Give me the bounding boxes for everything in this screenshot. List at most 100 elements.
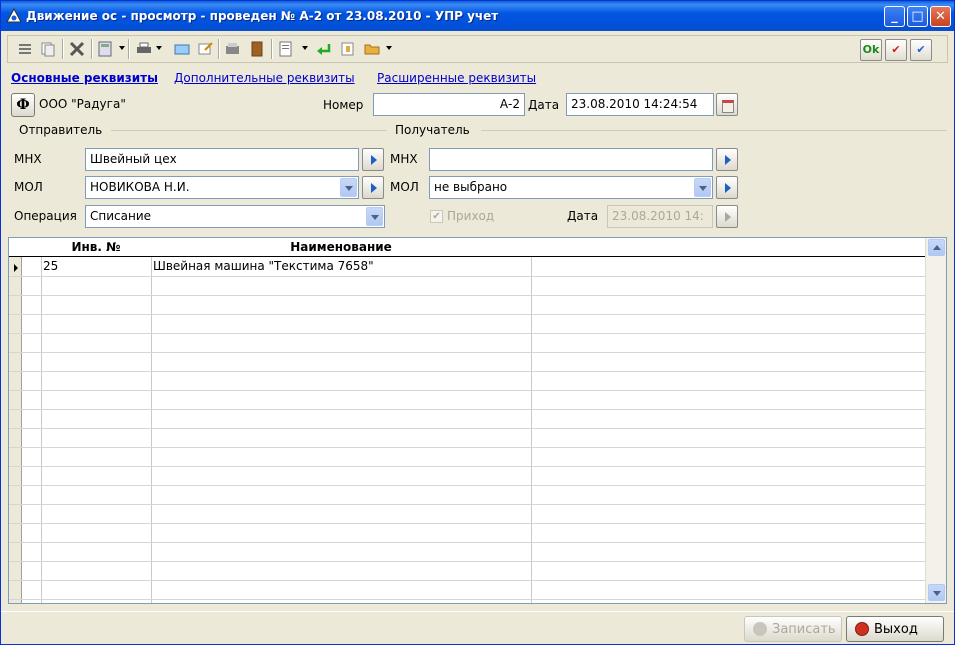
book-icon[interactable] bbox=[248, 40, 266, 58]
chevron-down-icon[interactable] bbox=[119, 46, 125, 50]
folder-icon[interactable] bbox=[363, 40, 381, 58]
f-button[interactable]: Ф bbox=[11, 93, 35, 117]
sender-mhx-label: МНХ bbox=[14, 152, 42, 166]
operation-label: Операция bbox=[14, 209, 77, 223]
column-header-name[interactable]: Наименование bbox=[151, 240, 531, 254]
table-row[interactable] bbox=[9, 505, 925, 524]
sender-mol-select-button[interactable] bbox=[362, 176, 384, 199]
tab-extended-requisites[interactable]: Расширенные реквизиты bbox=[377, 71, 536, 85]
receiver-mol-combo[interactable]: не выбрано bbox=[429, 176, 713, 199]
table-row[interactable] bbox=[9, 277, 925, 296]
scroll-up-button[interactable] bbox=[928, 239, 945, 256]
table-row[interactable] bbox=[9, 467, 925, 486]
date-field[interactable]: 23.08.2010 14:24:54 bbox=[566, 93, 714, 116]
print-icon[interactable] bbox=[135, 40, 153, 58]
chevron-down-icon[interactable] bbox=[302, 46, 308, 50]
close-button[interactable]: ✕ bbox=[930, 6, 951, 27]
table-row[interactable] bbox=[9, 581, 925, 600]
exit-label: Выход bbox=[874, 622, 918, 637]
table-row[interactable] bbox=[9, 429, 925, 448]
receiver-divider bbox=[481, 130, 947, 131]
sender-mhx-select-button[interactable] bbox=[362, 148, 384, 171]
sender-group-label: Отправитель bbox=[19, 123, 103, 137]
scroll-down-button[interactable] bbox=[928, 584, 945, 601]
table-row[interactable] bbox=[9, 391, 925, 410]
list-icon[interactable] bbox=[16, 40, 34, 58]
table-row[interactable]: 25 Швейная машина "Текстима 7658" bbox=[9, 258, 925, 277]
receiver-mhx-select-button[interactable] bbox=[716, 148, 738, 171]
enter-icon[interactable] bbox=[315, 40, 333, 58]
title-bar[interactable]: Движение ос - просмотр - проведен № А-2 … bbox=[1, 1, 954, 31]
copy-icon[interactable] bbox=[39, 40, 57, 58]
table-row[interactable] bbox=[9, 524, 925, 543]
toolbar: Ok ✔ ✔ bbox=[7, 35, 948, 63]
sender-mhx-field[interactable]: Швейный цех bbox=[85, 148, 359, 171]
number-label: Номер bbox=[323, 98, 364, 112]
cell-name[interactable]: Швейная машина "Текстима 7658" bbox=[153, 259, 374, 273]
properties-icon[interactable] bbox=[339, 40, 357, 58]
app-icon bbox=[6, 8, 22, 23]
table-row[interactable] bbox=[9, 315, 925, 334]
table-row[interactable] bbox=[9, 448, 925, 467]
mail-icon[interactable] bbox=[173, 40, 191, 58]
power-icon bbox=[855, 622, 869, 636]
table-row[interactable] bbox=[9, 486, 925, 505]
check-red-button[interactable]: ✔ bbox=[885, 39, 907, 61]
window-title: Движение ос - просмотр - проведен № А-2 … bbox=[26, 9, 499, 23]
vertical-scrollbar[interactable] bbox=[925, 238, 946, 603]
delete-icon[interactable] bbox=[68, 40, 86, 58]
receiver-mhx-label: МНХ bbox=[390, 152, 418, 166]
receiver-mol-label: МОЛ bbox=[390, 180, 419, 194]
calculator-icon[interactable] bbox=[96, 40, 114, 58]
minimize-button[interactable]: _ bbox=[884, 6, 905, 27]
table-row[interactable] bbox=[9, 296, 925, 315]
income-checkbox[interactable]: ✔ bbox=[430, 210, 443, 223]
sender-divider bbox=[111, 130, 387, 131]
report-icon[interactable] bbox=[224, 40, 242, 58]
sender-mol-label: МОЛ bbox=[14, 180, 43, 194]
grid-header: Инв. № Наименование bbox=[9, 238, 925, 257]
sender-mol-value: НОВИКОВА Н.И. bbox=[90, 180, 190, 194]
check-icon bbox=[753, 622, 767, 636]
check-blue-button[interactable]: ✔ bbox=[910, 39, 932, 61]
receiver-mol-value: не выбрано bbox=[434, 180, 508, 194]
chevron-down-icon[interactable] bbox=[366, 207, 383, 226]
table-row[interactable] bbox=[9, 543, 925, 562]
column-header-inv[interactable]: Инв. № bbox=[41, 240, 151, 254]
calendar-icon[interactable] bbox=[716, 93, 738, 116]
save-label: Записать bbox=[772, 622, 836, 637]
maximize-button[interactable]: □ bbox=[907, 6, 928, 27]
income-label: Приход bbox=[447, 209, 495, 223]
chevron-down-icon[interactable] bbox=[340, 178, 357, 197]
tab-main-requisites[interactable]: Основные реквизиты bbox=[11, 71, 158, 85]
date-label: Дата bbox=[528, 98, 560, 112]
table-row[interactable] bbox=[9, 562, 925, 581]
save-button: Записать bbox=[744, 616, 842, 642]
operation-value: Списание bbox=[90, 209, 152, 223]
receiver-date-field: 23.08.2010 14: bbox=[607, 205, 713, 228]
table-row[interactable] bbox=[9, 410, 925, 429]
number-field[interactable]: А-2 bbox=[373, 93, 525, 116]
chevron-down-icon[interactable] bbox=[694, 178, 711, 197]
sender-mol-combo[interactable]: НОВИКОВА Н.И. bbox=[85, 176, 359, 199]
footer-bar: Записать Выход bbox=[1, 611, 954, 645]
chevron-down-icon[interactable] bbox=[386, 46, 392, 50]
ok-button[interactable]: Ok bbox=[860, 39, 882, 61]
table-row[interactable] bbox=[9, 334, 925, 353]
edit-icon[interactable] bbox=[196, 40, 214, 58]
table-row[interactable] bbox=[9, 372, 925, 391]
receiver-group-label: Получатель bbox=[395, 123, 470, 137]
receiver-mol-select-button[interactable] bbox=[716, 176, 738, 199]
receiver-date-select-button bbox=[716, 205, 738, 228]
items-grid[interactable]: Инв. № Наименование 25 Швейная машина "Те… bbox=[8, 237, 947, 604]
document-icon[interactable] bbox=[277, 40, 295, 58]
chevron-down-icon[interactable] bbox=[156, 46, 162, 50]
cell-inv[interactable]: 25 bbox=[43, 259, 58, 273]
application-window: Движение ос - просмотр - проведен № А-2 … bbox=[0, 0, 955, 645]
receiver-date-label: Дата bbox=[567, 209, 599, 223]
operation-combo[interactable]: Списание bbox=[85, 205, 385, 228]
exit-button[interactable]: Выход bbox=[846, 616, 944, 642]
tab-additional-requisites[interactable]: Дополнительные реквизиты bbox=[174, 71, 355, 85]
receiver-mhx-field[interactable] bbox=[429, 148, 713, 171]
table-row[interactable] bbox=[9, 353, 925, 372]
